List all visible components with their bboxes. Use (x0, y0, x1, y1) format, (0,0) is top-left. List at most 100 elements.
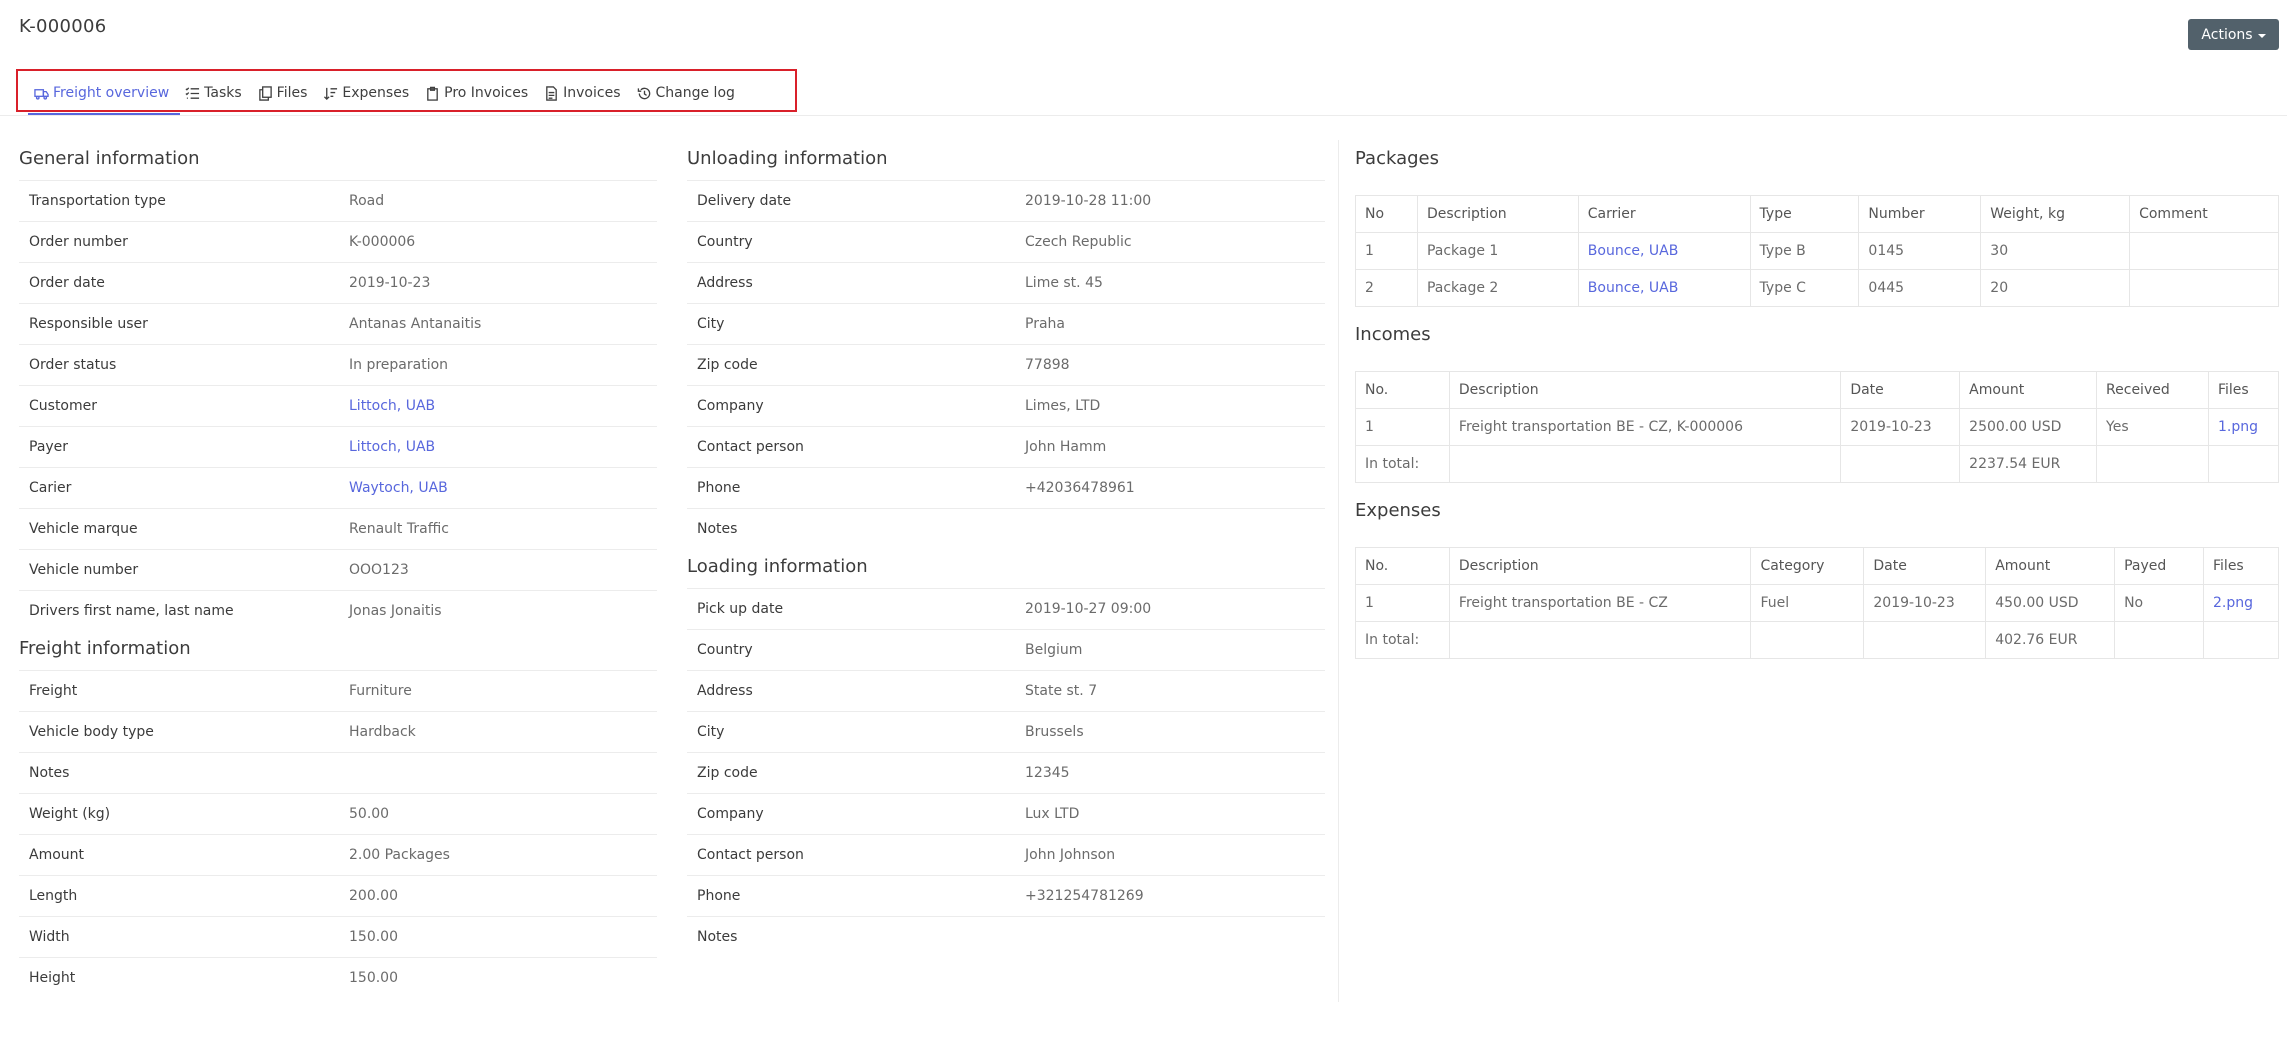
table-cell: Bounce, UAB (1577, 269, 1751, 307)
table-cell: 450.00 USD (1985, 584, 2116, 622)
tab-pro-invoices[interactable]: Pro Invoices (417, 78, 536, 108)
info-row-notes: Notes (687, 508, 1325, 550)
info-row-transportation-type: Transportation type Road (19, 180, 657, 222)
column-header: Comment (2129, 195, 2279, 233)
info-row-delivery-date: Delivery date 2019-10-28 11:00 (687, 180, 1325, 222)
table-cell: 2019-10-23 (1840, 408, 1961, 446)
field-label: Amount (19, 834, 339, 876)
field-label: Vehicle marque (19, 508, 339, 550)
table-cell: 2237.54 EUR (1959, 445, 2098, 483)
field-value: +42036478961 (1015, 467, 1325, 509)
info-row-zip-code: Zip code 77898 (687, 344, 1325, 386)
table-row: 1 Freight transportation BE - CZ Fuel 2019-… (1355, 584, 2279, 622)
tab-tasks[interactable]: Tasks (177, 78, 250, 108)
field-value: Littoch, UAB (339, 426, 657, 468)
tab-change-log[interactable]: Change log (629, 78, 743, 108)
tab-freight-overview[interactable]: Freight overview (26, 78, 177, 108)
field-value: Lime st. 45 (1015, 262, 1325, 304)
field-label: Order date (19, 262, 339, 304)
tabs-divider (0, 115, 2287, 116)
field-value: Furniture (339, 670, 657, 712)
info-row-amount: Amount 2.00 Packages (19, 834, 657, 876)
field-value: 77898 (1015, 344, 1325, 386)
field-value: Antanas Antanaitis (339, 303, 657, 345)
info-row-order-date: Order date 2019-10-23 (19, 262, 657, 304)
info-row-notes: Notes (19, 752, 657, 794)
incomes-title: Incomes (1355, 324, 1431, 345)
info-row-vehicle-marque: Vehicle marque Renault Traffic (19, 508, 657, 550)
info-row-phone: Phone +42036478961 (687, 467, 1325, 509)
field-label: Responsible user (19, 303, 339, 345)
field-label: Vehicle number (19, 549, 339, 591)
column-header: Description (1448, 371, 1842, 409)
table-cell: 20 (1980, 269, 2131, 307)
file-link[interactable]: 2.png (2213, 595, 2253, 611)
field-value: 200.00 (339, 875, 657, 917)
info-row-vehicle-body-type: Vehicle body type Hardback (19, 711, 657, 753)
tab-files[interactable]: Files (250, 78, 316, 108)
table-header-row: No. Description Date Amount Received Files (1355, 371, 2280, 409)
entity-link[interactable]: Littoch, UAB (349, 439, 435, 455)
tab-expenses[interactable]: Expenses (315, 78, 417, 108)
field-value: Czech Republic (1015, 221, 1325, 263)
table-row: 1 Freight transportation BE - CZ, K-00000… (1355, 408, 2280, 446)
expenses-table: No. Description Category Date Amount Payed Fil… (1355, 547, 2279, 659)
field-value: In preparation (339, 344, 657, 386)
table-cell: No (2114, 584, 2204, 622)
carrier-link[interactable]: Bounce, UAB (1588, 243, 1679, 259)
field-value: Waytoch, UAB (339, 467, 657, 509)
field-value: Lux LTD (1015, 793, 1325, 835)
field-label: Phone (687, 467, 1015, 509)
field-label: Notes (687, 916, 1015, 958)
field-label: Company (687, 793, 1015, 835)
field-value: Belgium (1015, 629, 1325, 671)
info-row-weight-kg: Weight (kg) 50.00 (19, 793, 657, 835)
table-cell: 2500.00 USD (1959, 408, 2098, 446)
field-label: Address (687, 262, 1015, 304)
field-value: Praha (1015, 303, 1325, 345)
table-cell: 1 (1355, 584, 1450, 622)
field-label: Drivers first name, last name (19, 590, 339, 632)
unloading-info-title: Unloading information (687, 148, 888, 169)
tab-label: Freight overview (53, 85, 170, 101)
table-row: In total: 402.76 EUR (1355, 621, 2279, 659)
info-row-width: Width 150.00 (19, 916, 657, 958)
loading-info-table: Pick up date 2019-10-27 09:00 Country Belgi… (687, 588, 1325, 958)
carrier-link[interactable]: Bounce, UAB (1588, 280, 1679, 296)
table-cell: In total: (1355, 621, 1450, 659)
field-value: John Johnson (1015, 834, 1325, 876)
field-label: Freight (19, 670, 339, 712)
column-header: Carrier (1577, 195, 1751, 233)
entity-link[interactable]: Littoch, UAB (349, 398, 435, 414)
field-label: Contact person (687, 426, 1015, 468)
unloading-info-table: Delivery date 2019-10-28 11:00 Country Czec… (687, 180, 1325, 550)
info-row-payer: Payer Littoch, UAB (19, 426, 657, 468)
table-cell: Freight transportation BE - CZ (1448, 584, 1752, 622)
table-cell (2114, 621, 2204, 659)
entity-link[interactable]: Waytoch, UAB (349, 480, 448, 496)
packages-title: Packages (1355, 148, 1439, 169)
history-icon (637, 87, 650, 99)
field-label: Weight (kg) (19, 793, 339, 835)
info-row-company: Company Lux LTD (687, 793, 1325, 835)
tab-invoices[interactable]: Invoices (536, 78, 628, 108)
field-label: City (687, 303, 1015, 345)
table-cell: In total: (1355, 445, 1450, 483)
actions-button[interactable]: Actions (2188, 19, 2279, 50)
field-value: Renault Traffic (339, 508, 657, 550)
field-label: Vehicle body type (19, 711, 339, 753)
tasks-icon (185, 86, 200, 99)
table-cell (1840, 445, 1961, 483)
field-value: 2.00 Packages (339, 834, 657, 876)
field-label: Length (19, 875, 339, 917)
column-header: Amount (1985, 547, 2116, 585)
tab-label: Change log (655, 85, 735, 101)
file-link[interactable]: 1.png (2218, 419, 2258, 435)
field-label: Phone (687, 875, 1015, 917)
column-header: Received (2096, 371, 2209, 409)
table-cell: 2.png (2203, 584, 2279, 622)
general-info-table: Transportation type Road Order number K-000… (19, 180, 657, 632)
table-cell (1448, 621, 1752, 659)
table-cell (1448, 445, 1842, 483)
tab-bar: Freight overview Tasks Files Expenses Pr… (26, 78, 743, 108)
